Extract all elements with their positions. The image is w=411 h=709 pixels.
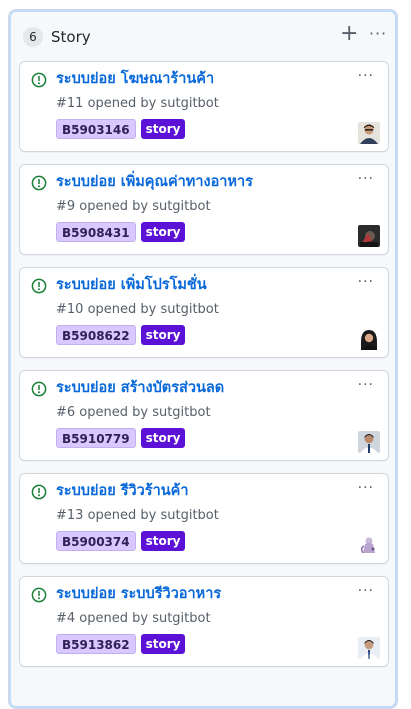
issue-title-link[interactable]: ระบบย่อย รีวิวร้านค้า bbox=[56, 480, 189, 502]
label-list: B5903146 story bbox=[56, 119, 186, 139]
issue-opened-icon bbox=[31, 587, 47, 603]
label-story[interactable]: story bbox=[140, 428, 186, 448]
kebab-horizontal-icon[interactable]: ··· bbox=[358, 583, 374, 599]
label-code[interactable]: B5910779 bbox=[56, 428, 136, 448]
issue-meta: #11 opened by sutgitbot bbox=[56, 96, 219, 111]
label-list: B5900374 story bbox=[56, 531, 186, 551]
user-avatar-icon[interactable] bbox=[358, 328, 380, 350]
label-story[interactable]: story bbox=[140, 531, 186, 551]
issue-opened-icon bbox=[31, 278, 47, 294]
label-story[interactable]: story bbox=[140, 325, 186, 345]
label-code[interactable]: B5908622 bbox=[56, 325, 136, 345]
issue-opened-icon bbox=[31, 175, 47, 191]
user-avatar-icon[interactable] bbox=[358, 534, 380, 556]
kebab-horizontal-icon[interactable]: ··· bbox=[368, 24, 388, 46]
issue-opened-icon bbox=[31, 72, 47, 88]
issue-meta: #6 opened by sutgitbot bbox=[56, 405, 211, 420]
label-list: B5908622 story bbox=[56, 325, 186, 345]
label-code[interactable]: B5900374 bbox=[56, 531, 136, 551]
issue-card[interactable]: ระบบย่อย เพิ่มโปรโมชั่น ··· #10 opened b… bbox=[19, 267, 389, 358]
issue-meta: #4 opened by sutgitbot bbox=[56, 611, 211, 626]
kebab-horizontal-icon[interactable]: ··· bbox=[358, 274, 374, 290]
label-list: B5908431 story bbox=[56, 222, 186, 242]
label-story[interactable]: story bbox=[140, 119, 186, 139]
issue-opened-icon bbox=[31, 484, 47, 500]
user-avatar-icon[interactable] bbox=[358, 431, 380, 453]
issue-meta: #9 opened by sutgitbot bbox=[56, 199, 211, 214]
user-avatar-icon[interactable] bbox=[358, 637, 380, 659]
column-count-badge: 6 bbox=[23, 27, 43, 47]
issue-card[interactable]: ระบบย่อย รีวิวร้านค้า ··· #13 opened by … bbox=[19, 473, 389, 564]
kebab-horizontal-icon[interactable]: ··· bbox=[358, 171, 374, 187]
issue-meta: #13 opened by sutgitbot bbox=[56, 508, 219, 523]
column-title: Story bbox=[51, 28, 91, 46]
label-story[interactable]: story bbox=[140, 222, 186, 242]
issue-title-link[interactable]: ระบบย่อย เพิ่มคุณค่าทางอาหาร bbox=[56, 171, 253, 193]
issue-meta: #10 opened by sutgitbot bbox=[56, 302, 219, 317]
user-avatar-icon[interactable] bbox=[358, 225, 380, 247]
column-header: 6 Story + ··· bbox=[9, 23, 397, 50]
label-list: B5913862 story bbox=[56, 634, 186, 654]
issue-title-link[interactable]: ระบบย่อย เพิ่มโปรโมชั่น bbox=[56, 274, 207, 296]
kebab-horizontal-icon[interactable]: ··· bbox=[358, 377, 374, 393]
card-list: ระบบย่อย โฆษณาร้านค้า ··· #11 opened by … bbox=[19, 61, 389, 679]
label-code[interactable]: B5913862 bbox=[56, 634, 136, 654]
label-story[interactable]: story bbox=[140, 634, 186, 654]
project-column: 6 Story + ··· ระบบย่อย โฆษณาร้านค้า ··· … bbox=[8, 9, 398, 709]
user-avatar-icon[interactable] bbox=[358, 122, 380, 144]
issue-card[interactable]: ระบบย่อย สร้างบัตรส่วนลด ··· #6 opened b… bbox=[19, 370, 389, 461]
issue-title-link[interactable]: ระบบย่อย สร้างบัตรส่วนลด bbox=[56, 377, 224, 399]
issue-card[interactable]: ระบบย่อย เพิ่มคุณค่าทางอาหาร ··· #9 open… bbox=[19, 164, 389, 255]
plus-icon[interactable]: + bbox=[340, 23, 358, 46]
issue-card[interactable]: ระบบย่อย ระบบรีวิวอาหาร ··· #4 opened by… bbox=[19, 576, 389, 667]
label-code[interactable]: B5908431 bbox=[56, 222, 136, 242]
issue-opened-icon bbox=[31, 381, 47, 397]
kebab-horizontal-icon[interactable]: ··· bbox=[358, 480, 374, 496]
issue-title-link[interactable]: ระบบย่อย ระบบรีวิวอาหาร bbox=[56, 583, 221, 605]
kebab-horizontal-icon[interactable]: ··· bbox=[358, 68, 374, 84]
label-code[interactable]: B5903146 bbox=[56, 119, 136, 139]
issue-title-link[interactable]: ระบบย่อย โฆษณาร้านค้า bbox=[56, 68, 214, 90]
issue-card[interactable]: ระบบย่อย โฆษณาร้านค้า ··· #11 opened by … bbox=[19, 61, 389, 152]
label-list: B5910779 story bbox=[56, 428, 186, 448]
